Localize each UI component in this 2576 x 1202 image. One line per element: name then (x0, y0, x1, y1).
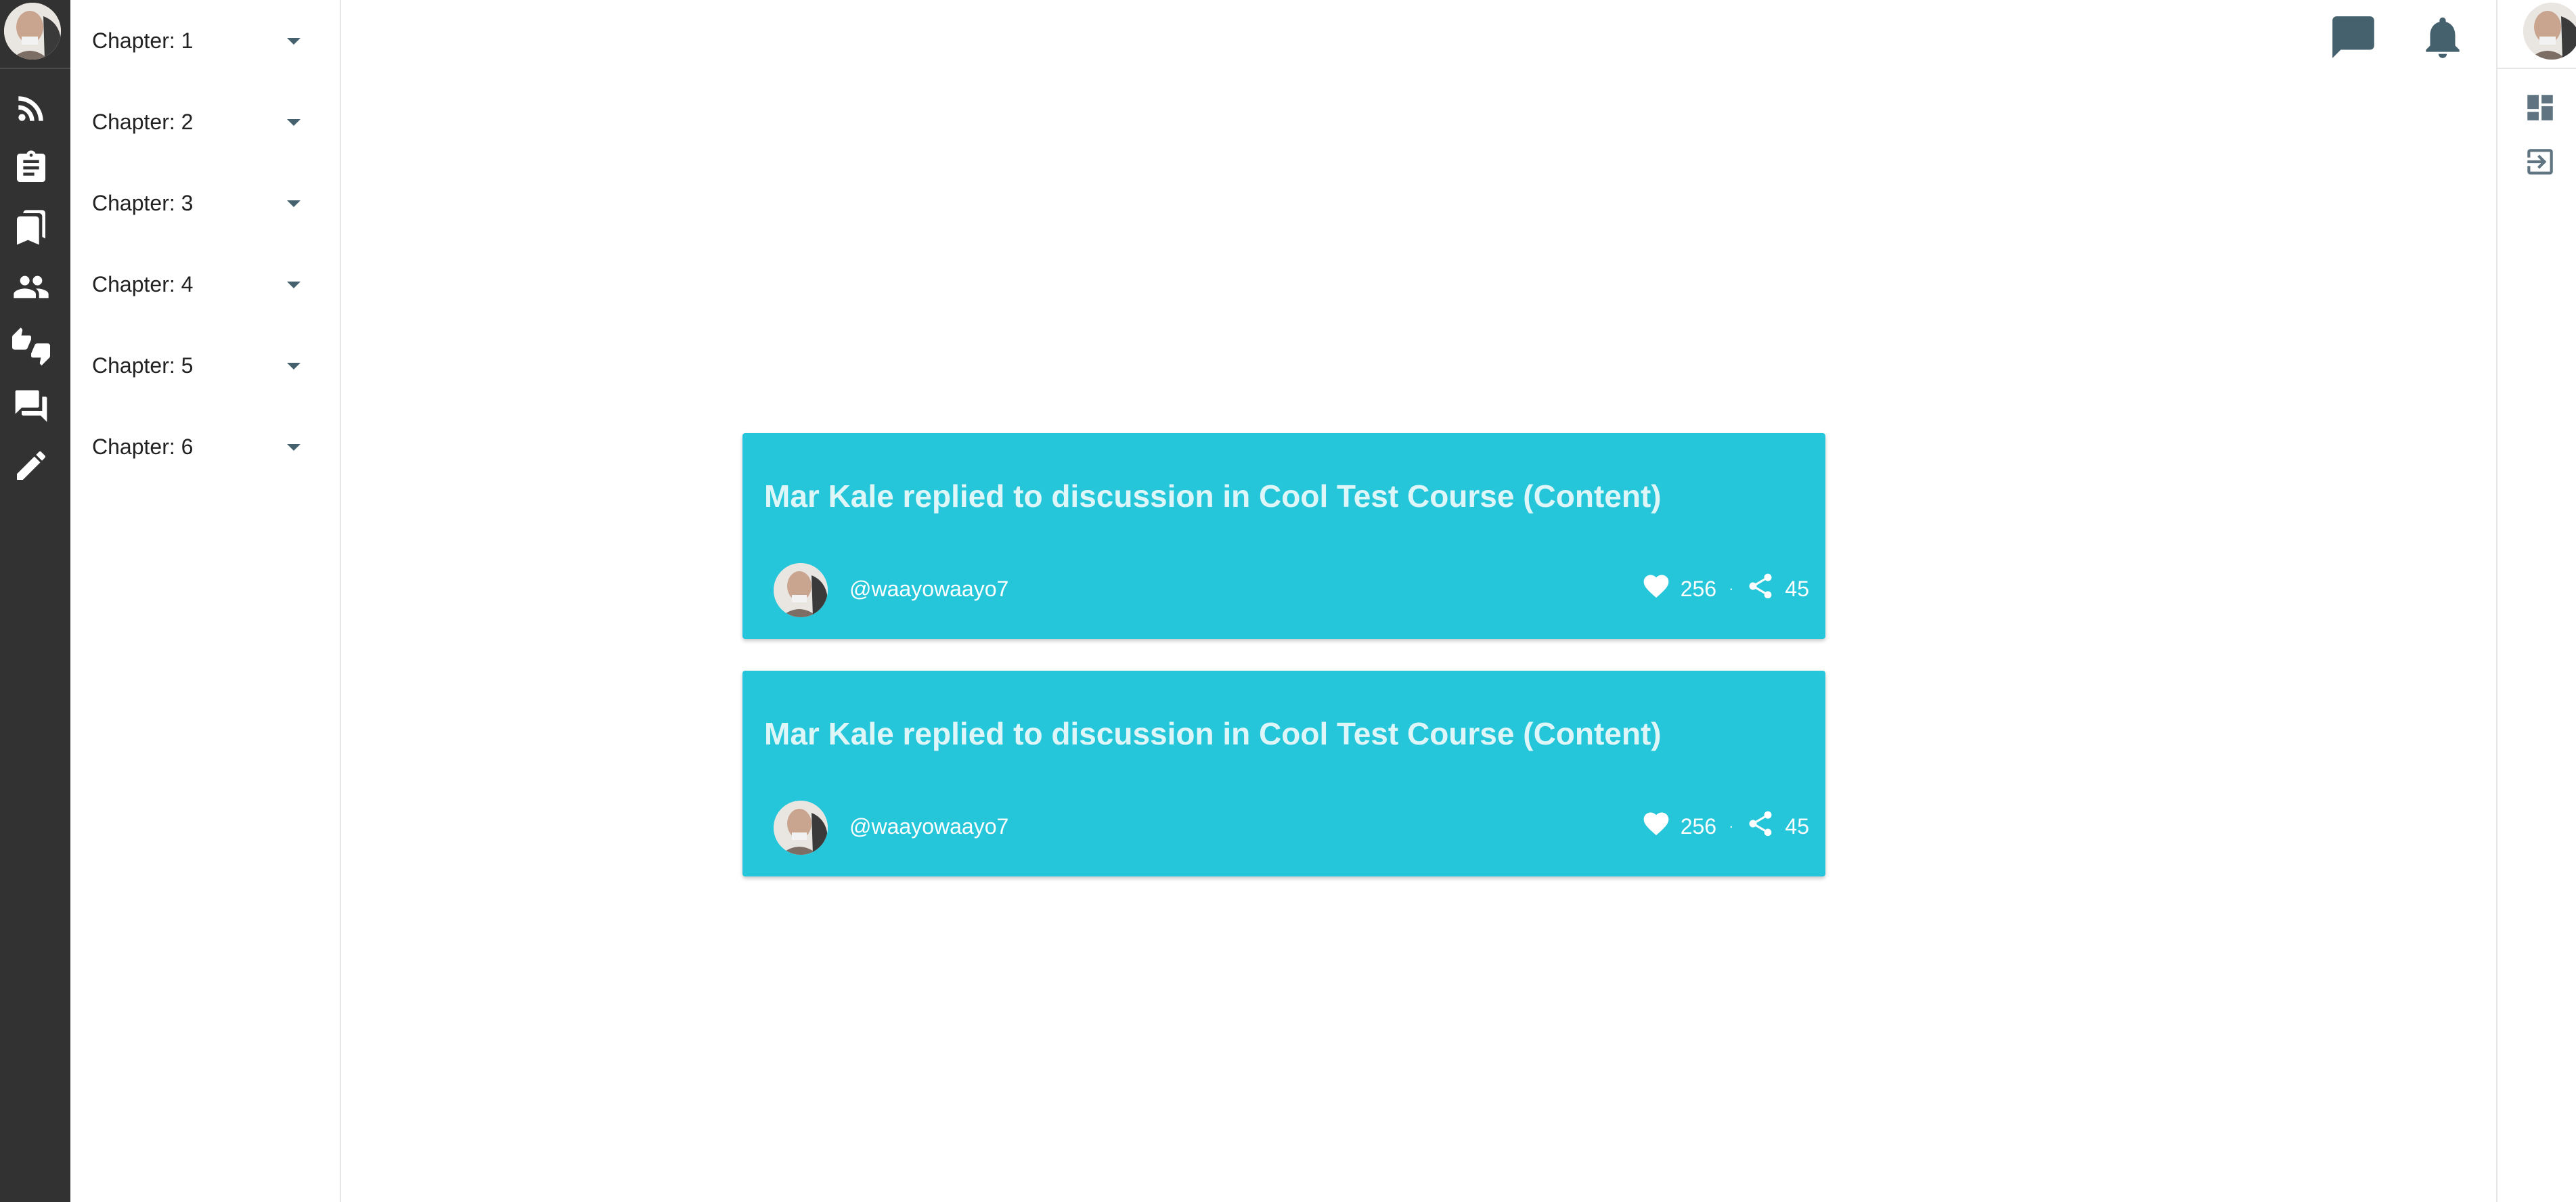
rail-divider (2497, 68, 2576, 69)
chapter-item[interactable]: Chapter: 1 (70, 0, 340, 81)
chapter-item[interactable]: Chapter: 5 (70, 325, 340, 406)
card-stats: 256 · 45 (1641, 810, 1809, 843)
card-stats: 256 · 45 (1641, 573, 1809, 605)
chapter-label: Chapter: 1 (92, 28, 194, 53)
user-avatar[interactable] (4, 3, 61, 60)
chapter-label: Chapter: 6 (92, 435, 194, 459)
left-icon-rail (0, 0, 70, 1202)
share-count: 45 (1785, 576, 1809, 601)
caret-down-icon[interactable] (287, 38, 301, 45)
rss-feed-icon[interactable] (12, 89, 50, 127)
edit-pencil-icon[interactable] (12, 447, 50, 485)
caret-down-icon[interactable] (287, 200, 301, 207)
thumbs-up-down-icon[interactable] (12, 328, 50, 365)
separator-dot: · (1729, 580, 1734, 597)
chapter-item[interactable]: Chapter: 6 (70, 406, 340, 487)
separator-dot: · (1729, 818, 1734, 834)
assignment-icon[interactable] (12, 149, 50, 187)
forum-icon[interactable] (12, 387, 50, 425)
share-icon[interactable] (1746, 809, 1775, 844)
logout-icon[interactable] (2523, 145, 2557, 179)
chapter-label: Chapter: 4 (92, 272, 194, 296)
caret-down-icon[interactable] (287, 363, 301, 370)
chapter-label: Chapter: 5 (92, 353, 194, 378)
dashboard-icon[interactable] (2523, 91, 2557, 125)
caret-down-icon[interactable] (287, 444, 301, 451)
people-icon[interactable] (12, 268, 50, 306)
chapter-label: Chapter: 3 (92, 191, 194, 215)
avatar[interactable] (774, 801, 828, 855)
chapter-label: Chapter: 2 (92, 110, 194, 134)
caret-down-icon[interactable] (287, 119, 301, 126)
right-rail (2496, 0, 2576, 1202)
notification-card[interactable]: Mar Kale replied to discussion in Cool T… (742, 433, 1825, 639)
notification-bell-icon[interactable] (2418, 12, 2468, 62)
profile-avatar[interactable] (2523, 3, 2576, 60)
chapter-panel: Chapter: 1 Chapter: 2 Chapter: 3 Chapter… (70, 0, 341, 1202)
rail-divider (0, 68, 70, 69)
heart-icon[interactable] (1641, 809, 1671, 844)
like-count: 256 (1680, 576, 1717, 601)
avatar[interactable] (774, 563, 828, 617)
share-count: 45 (1785, 814, 1809, 839)
card-title[interactable]: Mar Kale replied to discussion in Cool T… (764, 478, 1662, 514)
chapter-item[interactable]: Chapter: 4 (70, 244, 340, 325)
like-count: 256 (1680, 814, 1717, 839)
chapter-item[interactable]: Chapter: 3 (70, 162, 340, 244)
caret-down-icon[interactable] (287, 282, 301, 288)
chat-message-icon[interactable] (2328, 12, 2378, 62)
card-title[interactable]: Mar Kale replied to discussion in Cool T… (764, 715, 1662, 752)
notification-card[interactable]: Mar Kale replied to discussion in Cool T… (742, 671, 1825, 876)
heart-icon[interactable] (1641, 571, 1671, 606)
chapter-item[interactable]: Chapter: 2 (70, 81, 340, 162)
share-icon[interactable] (1746, 571, 1775, 606)
user-handle[interactable]: @waayowaayo7 (849, 814, 1008, 839)
user-handle[interactable]: @waayowaayo7 (849, 577, 1008, 602)
bookmarks-icon[interactable] (12, 208, 50, 246)
